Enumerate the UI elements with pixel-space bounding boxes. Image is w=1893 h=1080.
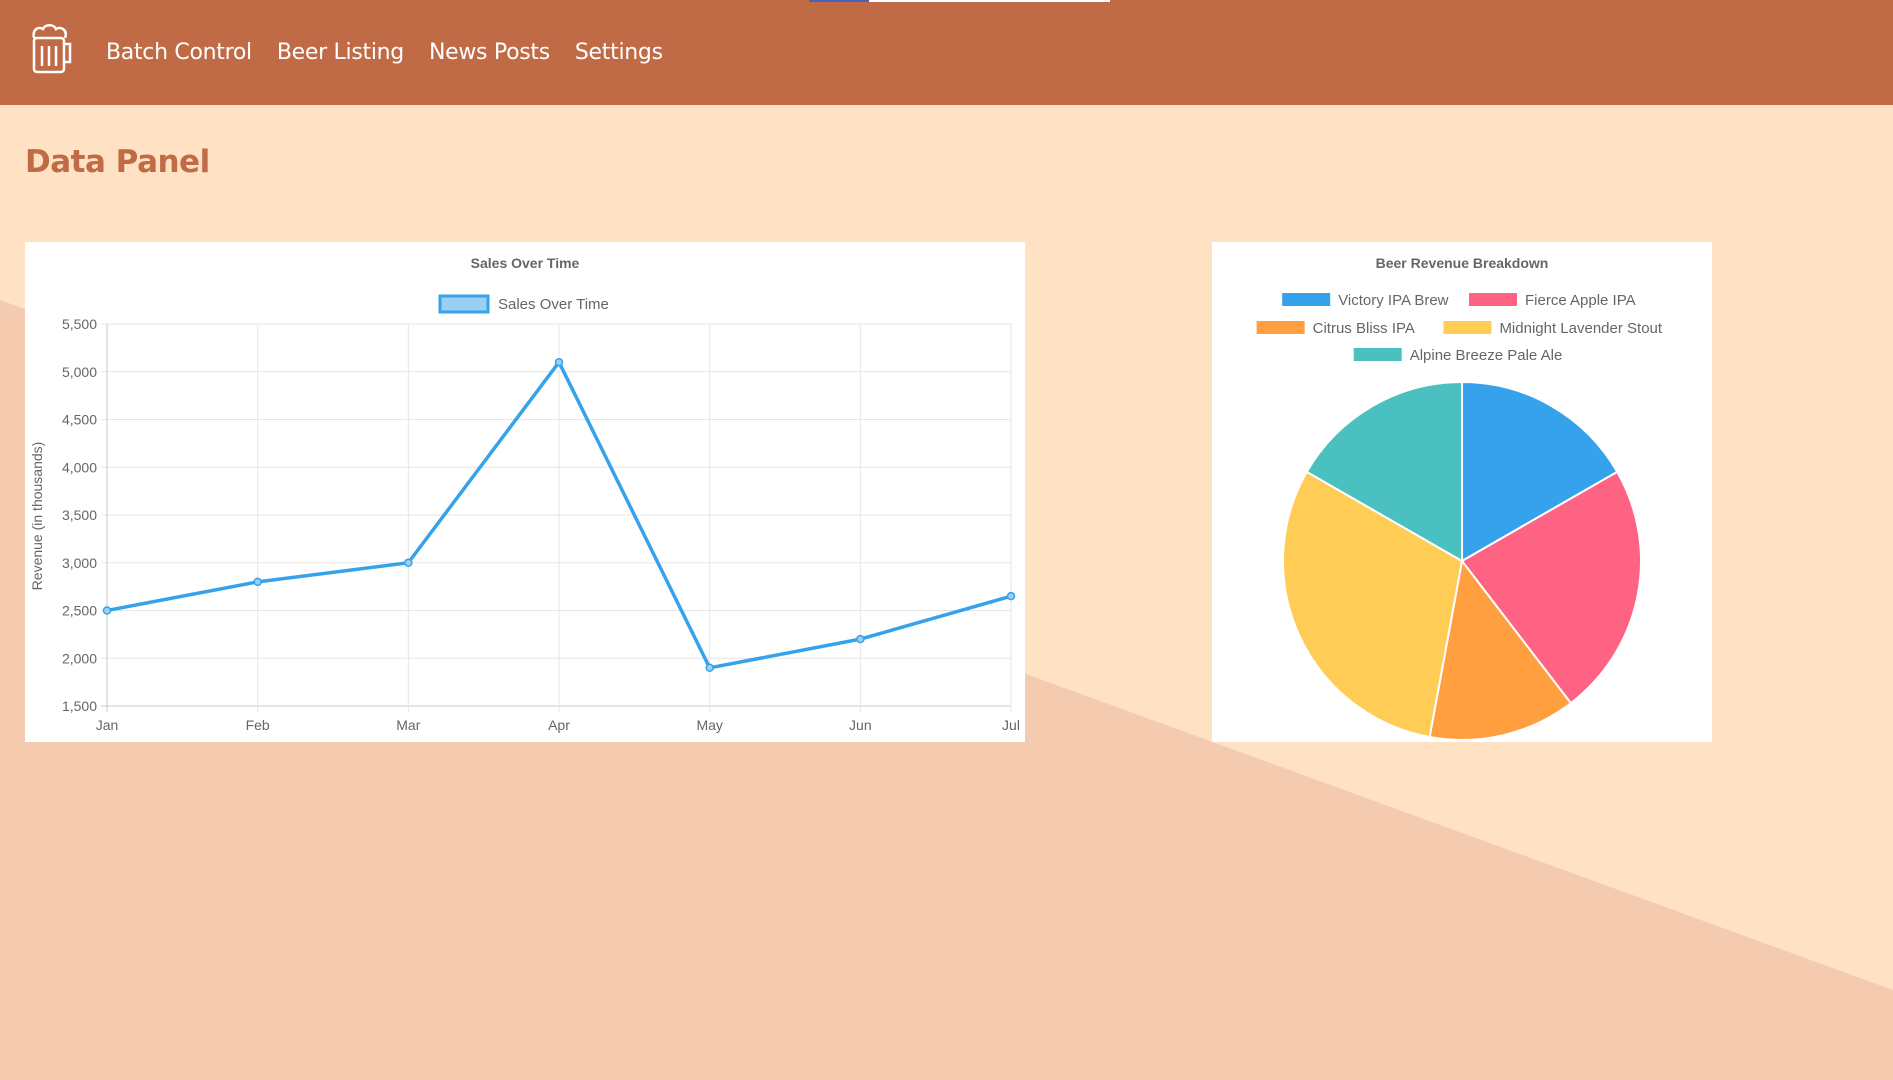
nav-beer-listing[interactable]: Beer Listing: [277, 40, 404, 65]
nav-batch-control[interactable]: Batch Control: [106, 40, 252, 65]
legend-label[interactable]: Fierce Apple IPA: [1525, 292, 1636, 309]
page-title: Data Panel: [25, 144, 210, 180]
legend-label[interactable]: Midnight Lavender Stout: [1499, 320, 1662, 337]
nav-news-posts[interactable]: News Posts: [429, 40, 550, 65]
legend-label[interactable]: Victory IPA Brew: [1338, 292, 1448, 309]
y-tick-label: 2,000: [62, 650, 97, 666]
legend-swatch[interactable]: [1443, 321, 1492, 334]
y-tick-label: 1,500: [62, 698, 97, 714]
top-navbar: Batch Control Beer Listing News Posts Se…: [0, 0, 1893, 105]
chart-title: Beer Revenue Breakdown: [1376, 255, 1549, 271]
y-tick-label: 3,500: [62, 507, 97, 523]
chart-title: Sales Over Time: [471, 255, 580, 271]
sales-chart-panel: Sales Over Time Sales Over Time Revenue …: [25, 242, 1025, 742]
legend-label[interactable]: Sales Over Time: [498, 296, 609, 313]
chart-grid: [101, 323, 1012, 712]
y-tick-label: 5,000: [62, 364, 97, 380]
data-point[interactable]: [554, 357, 564, 367]
legend-label[interactable]: Alpine Breeze Pale Ale: [1410, 347, 1563, 364]
x-tick-label: Jan: [96, 717, 119, 733]
progress-accent: [809, 0, 869, 2]
x-tick-label: Apr: [548, 717, 570, 733]
legend-swatch[interactable]: [1282, 293, 1331, 306]
beer-mug-icon[interactable]: [28, 24, 72, 76]
data-point[interactable]: [404, 558, 413, 567]
y-tick-label: 4,500: [62, 412, 97, 428]
y-tick-label: 4,000: [62, 459, 97, 475]
nav-settings[interactable]: Settings: [575, 40, 663, 65]
data-point[interactable]: [705, 663, 714, 673]
x-axis-ticks: Jan Feb Mar Apr May Jun Jul: [96, 717, 1020, 733]
pie-legend: Victory IPA Brew Fierce Apple IPA Citrus B…: [1256, 292, 1663, 364]
legend-label[interactable]: Citrus Bliss IPA: [1313, 320, 1415, 337]
pie-slices: [1282, 380, 1642, 741]
x-tick-label: Jun: [849, 717, 872, 733]
x-tick-label: May: [696, 717, 722, 733]
main-nav: Batch Control Beer Listing News Posts Se…: [106, 40, 663, 65]
legend-swatch[interactable]: [1353, 348, 1402, 361]
legend-swatch[interactable]: [1256, 321, 1305, 334]
progress-accent-track: [869, 0, 1110, 2]
y-tick-label: 2,500: [62, 603, 97, 619]
data-point[interactable]: [1006, 591, 1016, 601]
legend-swatch[interactable]: [438, 294, 490, 314]
revenue-pie-chart: Beer Revenue Breakdown Victory IPA Brew F…: [1256, 255, 1663, 741]
x-tick-label: Feb: [246, 717, 270, 733]
x-tick-label: Mar: [396, 717, 420, 733]
sales-line-chart: Sales Over Time Sales Over Time Revenue …: [29, 255, 1020, 733]
data-point[interactable]: [253, 577, 262, 587]
data-point[interactable]: [102, 606, 112, 615]
y-axis-label: Revenue (in thousands): [29, 442, 45, 591]
data-point[interactable]: [856, 634, 865, 644]
y-axis-ticks: 1,500 2,000 2,500 3,000 3,500 4,000 4,500 5,000…: [62, 316, 97, 714]
y-tick-label: 5,500: [62, 316, 97, 332]
y-tick-label: 3,000: [62, 555, 97, 571]
legend-swatch[interactable]: [1469, 293, 1517, 306]
x-tick-label: Jul: [1002, 717, 1020, 733]
revenue-chart-panel: Beer Revenue Breakdown Victory IPA Brew F…: [1212, 242, 1712, 742]
